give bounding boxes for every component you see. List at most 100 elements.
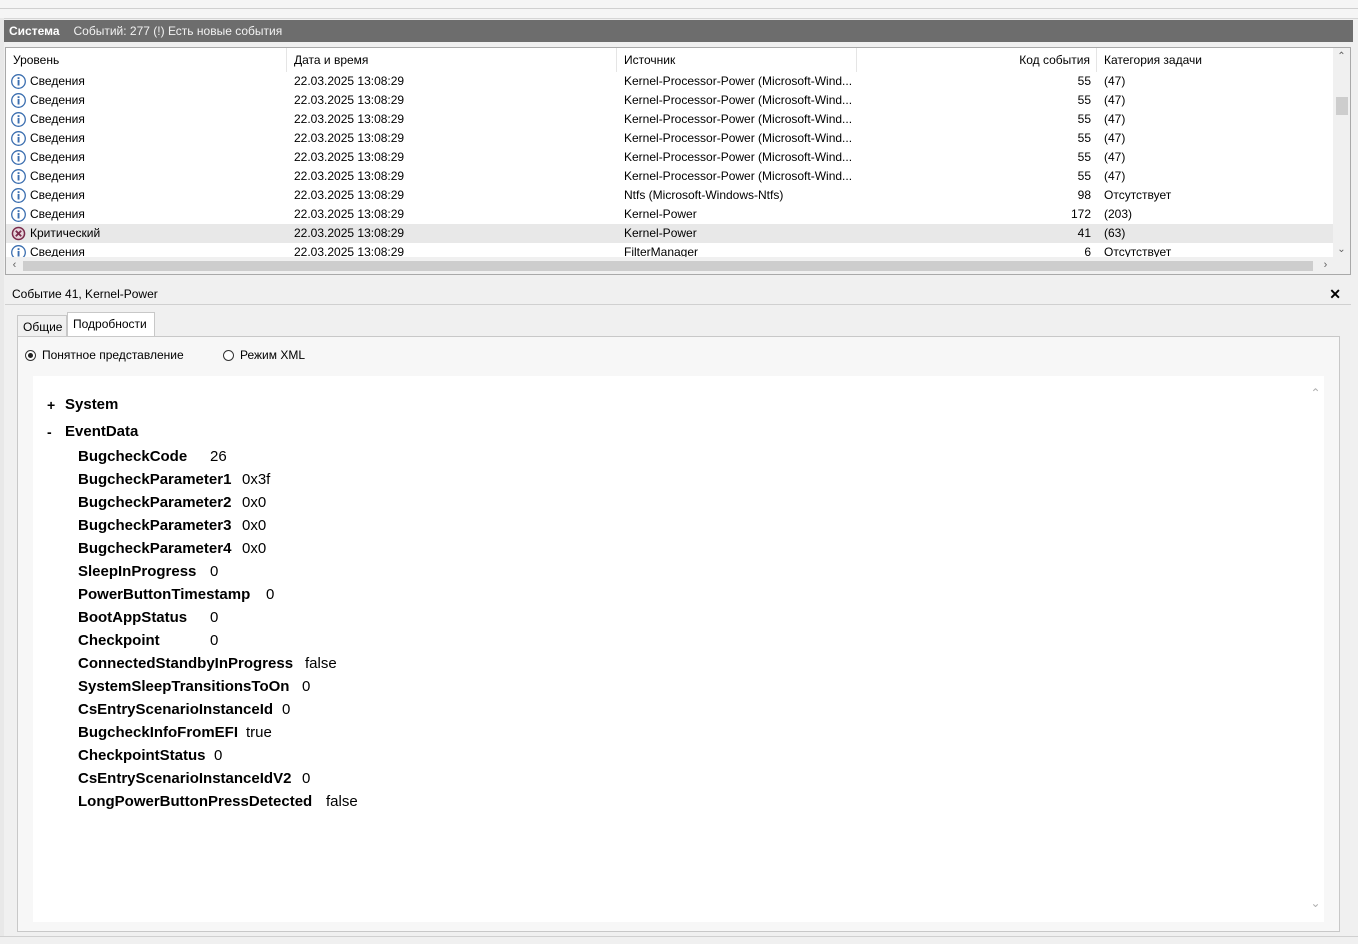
row-level: Сведения	[30, 93, 85, 107]
row-event-code: 172	[1070, 207, 1091, 221]
row-task-category: (47)	[1104, 169, 1126, 183]
event-count: Событий: 277 (!) Есть новые события	[73, 24, 283, 38]
row-task-category: (63)	[1104, 226, 1126, 240]
row-datetime: 22.03.2025 13:08:29	[294, 131, 405, 145]
event-data-item: Checkpoint 0	[78, 631, 218, 651]
friendly-view-radio[interactable]: Понятное представление	[25, 348, 184, 362]
column-datetime[interactable]: Дата и время	[287, 48, 617, 72]
event-data-value: 0	[302, 678, 311, 695]
row-event-code: 55	[1077, 131, 1091, 145]
chevron-down-icon[interactable]: ⌄	[1307, 896, 1324, 910]
row-task-category: Отсутствует	[1104, 188, 1172, 202]
xml-view-radio[interactable]: Режим XML	[223, 348, 305, 362]
close-icon[interactable]: ✕	[1329, 283, 1341, 305]
event-data-value: 0	[210, 632, 219, 649]
event-data-key: BugcheckParameter4	[78, 540, 232, 557]
table-row[interactable]: Сведения 22.03.2025 13:08:29 Ntfs (Microso…	[6, 186, 1334, 205]
eventdata-node[interactable]: EventData	[65, 423, 138, 440]
table-row[interactable]: Сведения 22.03.2025 13:08:29 Kernel-Proces…	[6, 91, 1334, 110]
row-level: Сведения	[30, 150, 85, 164]
table-row[interactable]: Сведения 22.03.2025 13:08:29 Kernel-Proces…	[6, 148, 1334, 167]
event-data-item: BootAppStatus 0	[78, 608, 218, 628]
scroll-down-icon[interactable]: ⌄	[1333, 241, 1350, 258]
table-row[interactable]: Сведения 22.03.2025 13:08:29 Kernel-Proces…	[6, 167, 1334, 186]
scroll-left-icon[interactable]: ‹	[6, 257, 23, 274]
event-data-key: LongPowerButtonPressDetected	[78, 793, 313, 810]
row-task-category: (47)	[1104, 93, 1126, 107]
scroll-thumb[interactable]	[1336, 97, 1348, 115]
column-level[interactable]: Уровень	[6, 48, 287, 72]
event-data-value: 0	[266, 586, 275, 603]
event-data-value: 26	[210, 448, 227, 465]
system-node[interactable]: System	[65, 396, 118, 413]
event-data-key: CheckpointStatus	[78, 747, 206, 764]
event-data-value: 0	[282, 701, 291, 718]
event-data-item: BugcheckParameter1 0x3f	[78, 470, 270, 490]
critical-icon	[11, 226, 26, 241]
row-task-category: (203)	[1104, 207, 1133, 221]
row-level: Сведения	[30, 188, 85, 202]
row-datetime: 22.03.2025 13:08:29	[294, 226, 405, 240]
hscroll-thumb[interactable]	[23, 261, 1313, 271]
column-task-category[interactable]: Категория задачи	[1097, 48, 1334, 72]
list-vertical-scrollbar[interactable]: ⌃ ⌄	[1333, 48, 1350, 258]
table-row[interactable]: Сведения 22.03.2025 13:08:29 Kernel-Proces…	[6, 129, 1334, 148]
row-event-code: 55	[1077, 169, 1091, 183]
row-level: Сведения	[30, 207, 85, 221]
log-name: Система	[9, 24, 60, 38]
row-task-category: (47)	[1104, 74, 1126, 88]
event-data-item: BugcheckParameter2 0x0	[78, 493, 266, 513]
table-row[interactable]: Сведения 22.03.2025 13:08:29 Kernel-Proces…	[6, 110, 1334, 129]
row-event-code: 55	[1077, 112, 1091, 126]
row-source: Kernel-Power	[624, 207, 697, 221]
event-data-key: BugcheckParameter2	[78, 494, 232, 511]
row-level: Сведения	[30, 74, 85, 88]
table-row[interactable]: Критический 22.03.2025 13:08:29 Kernel-Pow…	[6, 224, 1334, 243]
event-data-item: CsEntryScenarioInstanceId 0	[78, 700, 290, 720]
event-data-key: BugcheckInfoFromEFI	[78, 724, 239, 741]
event-data-key: BootAppStatus	[78, 609, 188, 626]
xml-view-label: Режим XML	[240, 348, 306, 362]
info-icon	[11, 131, 26, 146]
scroll-up-icon[interactable]: ⌃	[1333, 48, 1350, 65]
row-datetime: 22.03.2025 13:08:29	[294, 169, 405, 183]
row-datetime: 22.03.2025 13:08:29	[294, 112, 405, 126]
radio-unselected-icon[interactable]	[223, 349, 234, 361]
table-row[interactable]: Сведения 22.03.2025 13:08:29 Kernel-Power 1…	[6, 205, 1334, 224]
row-task-category: (47)	[1104, 131, 1126, 145]
row-event-code: 55	[1077, 74, 1091, 88]
radio-selected-icon[interactable]	[25, 349, 36, 361]
table-row[interactable]: Сведения 22.03.2025 13:08:29 Kernel-Proces…	[6, 72, 1334, 91]
column-source[interactable]: Источник	[617, 48, 857, 72]
event-data-value: 0	[210, 563, 219, 580]
event-data-item: LongPowerButtonPressDetected false	[78, 792, 358, 812]
event-data-key: Checkpoint	[78, 632, 160, 649]
row-datetime: 22.03.2025 13:08:29	[294, 207, 405, 221]
events-list[interactable]: Уровень Дата и время Источник Код событи…	[5, 47, 1351, 275]
collapse-toggle[interactable]: -	[47, 424, 52, 440]
event-data-item: CheckpointStatus 0	[78, 746, 222, 766]
event-data-value: 0	[214, 747, 223, 764]
list-horizontal-scrollbar[interactable]: ‹ ›	[6, 257, 1334, 274]
info-icon	[11, 207, 26, 222]
scroll-right-icon[interactable]: ›	[1317, 257, 1334, 274]
tab-general[interactable]: Общие	[17, 315, 67, 337]
expand-toggle[interactable]: +	[47, 397, 55, 413]
event-data-value: 0x0	[242, 517, 267, 534]
row-source: Kernel-Processor-Power (Microsoft-Wind..…	[624, 74, 853, 88]
row-datetime: 22.03.2025 13:08:29	[294, 74, 405, 88]
tab-details[interactable]: Подробности	[67, 312, 155, 337]
event-data-item: SleepInProgress 0	[78, 562, 218, 582]
row-event-code: 98	[1077, 188, 1091, 202]
chevron-up-icon[interactable]: ⌃	[1307, 386, 1324, 400]
event-data-key: CsEntryScenarioInstanceIdV2	[78, 770, 292, 787]
column-event-code[interactable]: Код события	[857, 48, 1097, 72]
friendly-view-label: Понятное представление	[42, 348, 184, 362]
scroll-corner	[1333, 257, 1350, 274]
row-source: Kernel-Processor-Power (Microsoft-Wind..…	[624, 169, 853, 183]
details-vertical-scrollbar[interactable]: ⌃ ⌄	[1307, 376, 1324, 922]
row-source: Kernel-Processor-Power (Microsoft-Wind..…	[624, 93, 853, 107]
row-task-category: (47)	[1104, 150, 1126, 164]
row-source: Ntfs (Microsoft-Windows-Ntfs)	[624, 188, 784, 202]
event-data-value: 0	[302, 770, 311, 787]
